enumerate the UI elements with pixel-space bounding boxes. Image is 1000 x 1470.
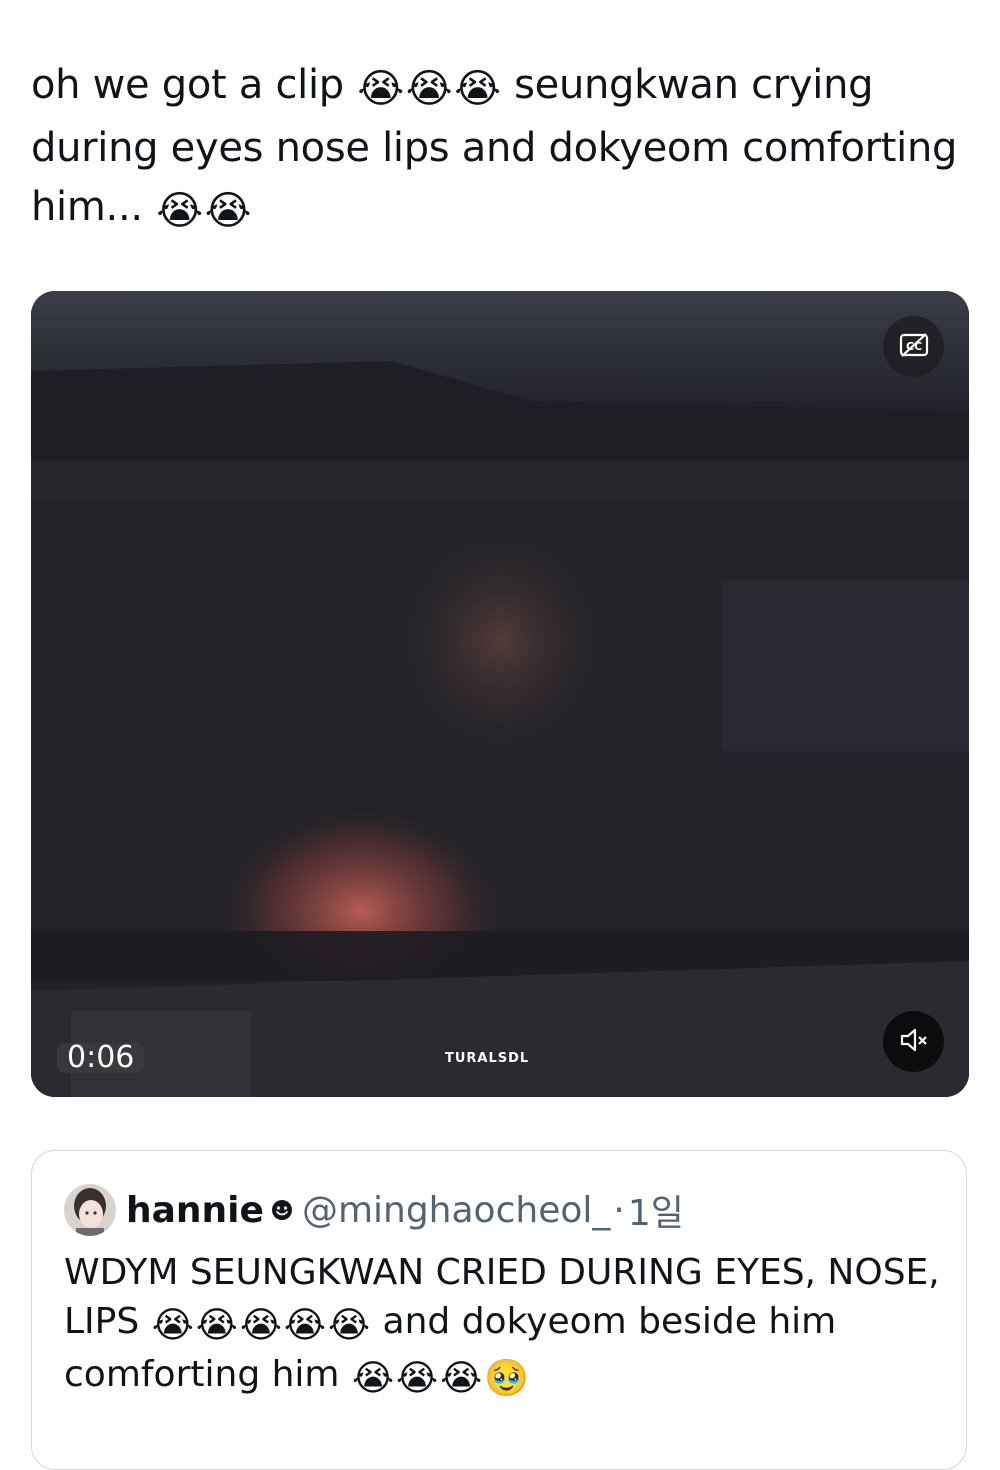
loudly-crying-emoji: 😭 bbox=[396, 1358, 439, 1399]
quoted-tweet[interactable]: hannie @minghaocheol_ · 1일 WDYM SEUNGKWA… bbox=[31, 1150, 967, 1470]
display-name[interactable]: hannie bbox=[126, 1190, 264, 1231]
loudly-crying-emoji: 😭 bbox=[283, 1305, 326, 1346]
quoted-tweet-text: WDYM SEUNGKWAN CRIED DURING EYES, NOSE, … bbox=[64, 1248, 944, 1403]
loudly-crying-emoji: 😭 bbox=[156, 188, 203, 234]
smiley-face-icon bbox=[270, 1198, 294, 1222]
loudly-crying-emoji: 😭 bbox=[405, 66, 453, 112]
loudly-crying-emoji: 😭 bbox=[351, 1358, 395, 1399]
loudly-crying-emoji: 😭 bbox=[454, 66, 501, 112]
loudly-crying-emoji: 😭 bbox=[328, 1305, 371, 1346]
post-time[interactable]: 1일 bbox=[628, 1184, 684, 1236]
separator-dot: · bbox=[613, 1189, 625, 1231]
video-frame bbox=[31, 291, 969, 1097]
mute-button[interactable] bbox=[883, 1011, 944, 1072]
pleading-face-emoji: 🥹 bbox=[484, 1358, 530, 1399]
video-player[interactable]: CC 0:06 TURALSDL bbox=[31, 291, 969, 1097]
tweet-text: oh we got a clip 😭😭😭 seungkwan crying du… bbox=[31, 56, 961, 241]
captions-button[interactable]: CC bbox=[883, 316, 944, 377]
loudly-crying-emoji: 😭 bbox=[357, 66, 404, 112]
loudly-crying-emoji: 😭 bbox=[440, 1358, 483, 1399]
loudly-crying-emoji: 😭 bbox=[151, 1305, 194, 1346]
avatar[interactable] bbox=[64, 1184, 116, 1236]
quoted-tweet-header: hannie @minghaocheol_ · 1일 bbox=[64, 1184, 684, 1236]
loudly-crying-emoji: 😭 bbox=[239, 1305, 282, 1346]
video-timestamp: 0:06 bbox=[57, 1043, 145, 1073]
video-watermark: TURALSDL bbox=[445, 1051, 530, 1066]
loudly-crying-emoji: 😭 bbox=[204, 188, 252, 234]
captions-off-icon: CC bbox=[899, 332, 929, 362]
user-handle[interactable]: @minghaocheol_ bbox=[302, 1190, 610, 1231]
loudly-crying-emoji: 😭 bbox=[195, 1305, 238, 1346]
speaker-muted-icon bbox=[899, 1027, 929, 1057]
tweet-text-part1: oh we got a clip bbox=[31, 62, 344, 108]
